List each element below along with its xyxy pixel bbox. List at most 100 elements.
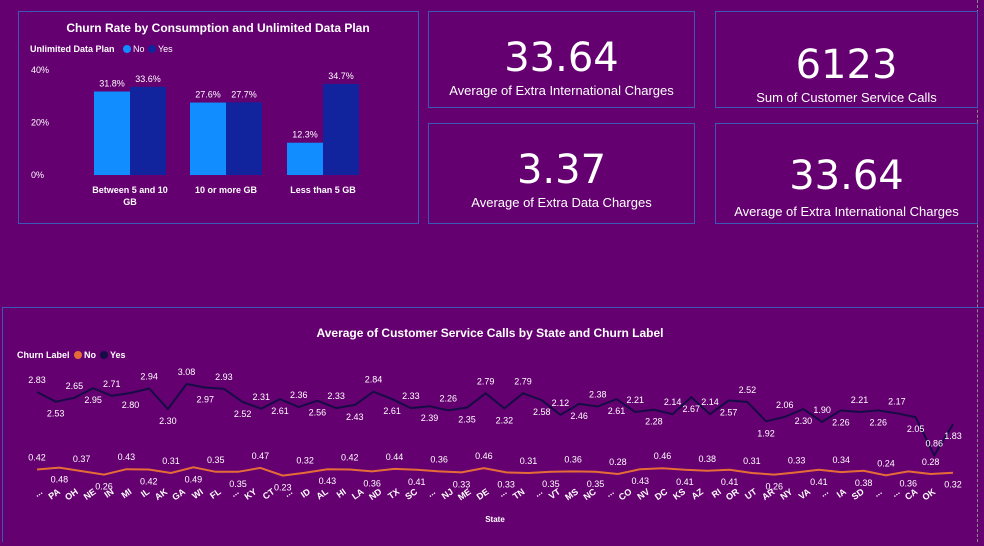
point-label-yes: 2.53 (47, 409, 65, 419)
point-label-no: 0.43 (319, 476, 337, 486)
point-label-no: 0.37 (73, 454, 91, 464)
x-category-label: SC (403, 486, 419, 502)
point-label-no: 0.43 (631, 476, 649, 486)
point-label-yes: 2.58 (533, 407, 551, 417)
point-label-yes: 2.61 (608, 406, 626, 416)
point-label-yes: 2.79 (477, 376, 495, 386)
point-label-no: 0.35 (229, 479, 247, 489)
point-label-yes: 2.52 (234, 409, 252, 419)
point-label-no: 0.41 (676, 477, 694, 487)
legend-label-yes: Yes (110, 350, 126, 360)
point-label-yes: 2.71 (103, 379, 121, 389)
point-label-yes: 2.95 (84, 395, 102, 405)
point-label-yes: 2.65 (66, 381, 84, 391)
point-label-no: 0.46 (654, 451, 672, 461)
point-label-no: 0.43 (118, 452, 136, 462)
point-label-yes: 2.33 (402, 391, 420, 401)
point-label-yes: 2.61 (271, 406, 289, 416)
kpi-label: Average of Extra Data Charges (471, 195, 652, 210)
point-label-yes: 2.43 (346, 412, 364, 422)
point-label-no: 0.44 (386, 452, 404, 462)
point-label-no: 0.28 (922, 457, 940, 467)
bar-yes[interactable] (130, 86, 166, 175)
x-category-label: SD (850, 486, 866, 502)
bar-data-label: 31.8% (99, 79, 125, 89)
x-category-label: AL (314, 486, 330, 501)
x-category-label: IA (835, 486, 849, 500)
x-category-label: MS (563, 486, 580, 502)
point-label-yes: 2.26 (869, 417, 887, 427)
x-category-label: MI (120, 486, 134, 500)
legend-label-yes: Yes (158, 44, 173, 54)
point-label-no: 0.35 (542, 479, 560, 489)
point-label-yes: 2.36 (290, 390, 308, 400)
bar-no[interactable] (94, 91, 130, 175)
point-label-yes: 2.30 (159, 416, 177, 426)
point-label-no: 0.36 (363, 478, 381, 488)
kpi-value: 33.64 (789, 153, 904, 199)
x-category-label: OK (920, 486, 937, 502)
bar-no[interactable] (287, 142, 323, 175)
kpi-card-avg-extra-data-charges: 3.37 Average of Extra Data Charges (428, 123, 695, 224)
x-category-label: ... (282, 486, 294, 499)
point-label-yes: 2.05 (907, 424, 925, 434)
point-label-no: 0.36 (430, 454, 448, 464)
point-label-yes: 2.94 (140, 372, 158, 382)
point-label-yes: 2.97 (196, 395, 214, 405)
point-label-no: 0.35 (207, 455, 225, 465)
service-calls-chart-panel: Average of Customer Service Calls by Sta… (2, 307, 984, 542)
point-label-yes: 2.26 (832, 417, 850, 427)
kpi-value: 33.64 (504, 35, 619, 81)
kpi-card-avg-extra-intl-charges-2: 33.64 Average of Extra International Cha… (715, 123, 978, 224)
point-label-no: 0.42 (28, 453, 46, 463)
point-label-yes: 2.06 (776, 400, 794, 410)
x-category-label: CO (617, 486, 634, 502)
chart-title: Churn Rate by Consumption and Unlimited … (66, 21, 369, 35)
kpi-label: Sum of Customer Service Calls (756, 90, 937, 105)
point-label-yes: 2.38 (589, 390, 607, 400)
y-tick-label: 40% (31, 65, 49, 75)
point-label-no: 0.49 (185, 474, 203, 484)
point-label-yes: 2.84 (365, 375, 383, 385)
point-label-yes: 2.79 (514, 376, 532, 386)
x-category-label: ... (872, 486, 884, 499)
bar-no[interactable] (190, 102, 226, 175)
legend-label-no: No (133, 44, 145, 54)
x-category-label: AZ (689, 486, 705, 501)
point-label-no: 0.48 (51, 475, 69, 485)
point-label-no: 0.34 (833, 455, 851, 465)
y-tick-label: 0% (31, 170, 44, 180)
point-label-no: 0.41 (810, 477, 828, 487)
point-label-yes: 2.67 (683, 404, 701, 414)
legend-marker-yes (100, 351, 108, 359)
point-label-yes: 2.21 (626, 395, 644, 405)
bar-yes[interactable] (323, 83, 359, 175)
point-label-yes: 2.52 (739, 385, 757, 395)
point-label-yes: 1.90 (813, 405, 831, 415)
point-label-no: 0.47 (252, 451, 270, 461)
point-label-yes: 2.32 (496, 415, 514, 425)
kpi-label: Average of Extra International Charges (449, 83, 674, 98)
kpi-card-avg-extra-intl-charges: 33.64 Average of Extra International Cha… (428, 11, 695, 108)
point-label-yes: 2.57 (720, 407, 738, 417)
point-label-no: 0.46 (475, 451, 493, 461)
x-category-label: IL (139, 486, 152, 499)
x-category-label: ND (367, 486, 384, 502)
x-category-label: Between 5 and 10 (92, 185, 168, 195)
point-label-yes: 2.80 (122, 400, 140, 410)
line-series-no[interactable] (36, 466, 954, 477)
x-category-label: ... (425, 486, 437, 499)
x-category-label: FL (208, 486, 223, 501)
x-category-label: WI (190, 486, 205, 501)
point-label-no: 0.32 (296, 456, 314, 466)
bar-yes[interactable] (226, 102, 262, 175)
x-category-label: CA (903, 486, 920, 502)
churn-rate-chart-panel: Churn Rate by Consumption and Unlimited … (18, 11, 419, 224)
point-label-yes: 2.14 (664, 397, 682, 407)
x-category-label: TX (386, 486, 401, 501)
x-category-label: Less than 5 GB (290, 185, 356, 195)
point-label-yes: 2.35 (458, 414, 476, 424)
chart-title: Average of Customer Service Calls by Sta… (317, 326, 664, 340)
point-label-yes: 2.93 (215, 372, 233, 382)
kpi-card-sum-customer-service-calls: 6123 Sum of Customer Service Calls (715, 11, 978, 108)
